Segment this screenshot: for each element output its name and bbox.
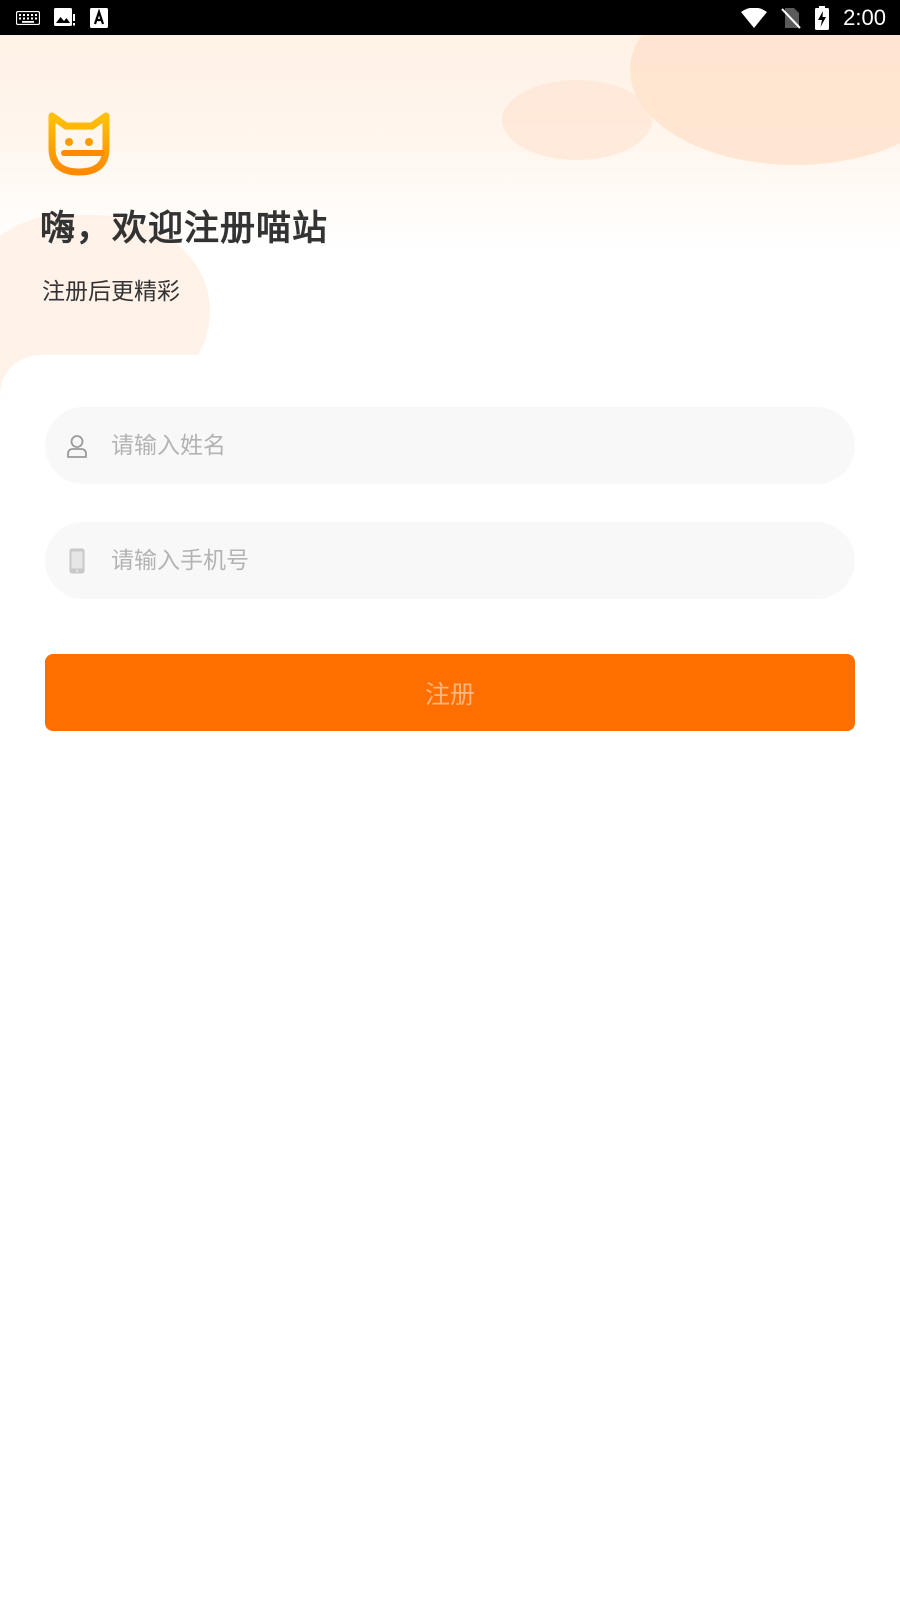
cat-face-logo-icon xyxy=(46,112,112,176)
no-sim-icon xyxy=(781,7,801,29)
phone-field[interactable] xyxy=(45,522,855,599)
status-bar: 2:00 xyxy=(0,0,900,35)
phone-icon xyxy=(57,548,97,574)
page-subtitle: 注册后更精彩 xyxy=(42,279,180,305)
user-icon xyxy=(57,434,97,458)
page-title: 嗨，欢迎注册喵站 xyxy=(40,209,329,249)
wifi-icon xyxy=(741,7,768,28)
status-right: 2:00 xyxy=(741,5,886,31)
register-button[interactable]: 注册 xyxy=(45,654,855,731)
phone-input[interactable] xyxy=(111,547,811,574)
status-time: 2:00 xyxy=(843,4,886,30)
decor-blob xyxy=(630,35,900,165)
name-field[interactable] xyxy=(45,407,855,484)
content-card-top xyxy=(0,355,900,395)
font-a-icon xyxy=(90,7,108,28)
status-left xyxy=(16,7,108,28)
name-input[interactable] xyxy=(111,432,811,459)
register-screen: 2:00 嗨，欢迎注册喵站 注册后更精彩 请输入姓名 请输入手机号 注册 xyxy=(0,0,900,1600)
keyboard-icon xyxy=(16,10,40,25)
battery-charging-icon xyxy=(815,5,830,30)
image-alert-icon xyxy=(54,7,76,28)
decor-blob xyxy=(502,80,652,160)
